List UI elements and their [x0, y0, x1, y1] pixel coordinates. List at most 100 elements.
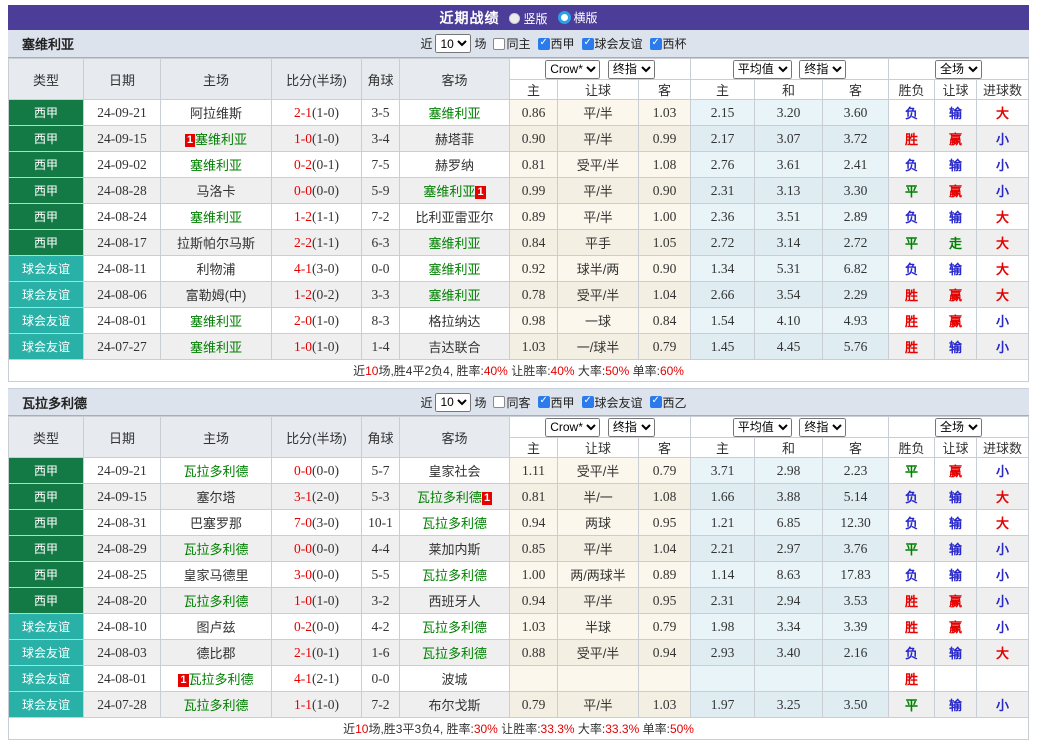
recent-count-select[interactable]: 10 — [435, 393, 471, 412]
result-goals: 小 — [977, 588, 1029, 614]
home-team-link[interactable]: 德比郡 — [196, 646, 235, 661]
full-score: 0-0 — [294, 463, 312, 478]
crow-final-odds-select[interactable]: 终指 — [608, 60, 655, 79]
home-team-link[interactable]: 富勒姆(中) — [186, 288, 247, 303]
fulltime-select[interactable]: 全场 — [935, 60, 982, 79]
away-team-cell: 赫罗纳 — [400, 152, 510, 178]
league-checkbox-西杯[interactable] — [650, 38, 662, 50]
result-handicap: 输 — [935, 484, 977, 510]
away-team-link[interactable]: 瓦拉多利德 — [422, 620, 487, 635]
away-team-link[interactable]: 赫罗纳 — [435, 158, 474, 173]
home-team-link[interactable]: 利物浦 — [196, 262, 235, 277]
half-score: (0-0) — [312, 463, 339, 478]
col-header-home: 主场 — [161, 417, 272, 458]
score-cell: 2-1(0-1) — [272, 640, 362, 666]
same-venue-checkbox[interactable] — [493, 38, 505, 50]
team-name: 瓦拉多利德 — [22, 393, 87, 412]
home-team-link[interactable]: 瓦拉多利德 — [183, 542, 248, 557]
home-team-link[interactable]: 巴塞罗那 — [190, 516, 242, 531]
home-team-link[interactable]: 瓦拉多利德 — [183, 698, 248, 713]
bookmaker-select[interactable]: Crow* — [545, 418, 600, 437]
result-handicap: 输 — [935, 100, 977, 126]
away-team-link[interactable]: 塞维利亚 — [428, 106, 480, 121]
avg-home-odds: 2.66 — [691, 282, 755, 308]
home-team-link[interactable]: 塞尔塔 — [196, 490, 235, 505]
away-team-link[interactable]: 塞维利亚 — [428, 288, 480, 303]
away-team-link[interactable]: 塞维利亚 — [428, 262, 480, 277]
avg-home-odds: 1.21 — [691, 510, 755, 536]
league-checkbox-西乙[interactable] — [650, 396, 662, 408]
date-cell: 24-08-29 — [84, 536, 161, 562]
half-score: (1-0) — [312, 697, 339, 712]
away-team-link[interactable]: 吉达联合 — [428, 340, 480, 355]
away-team-link[interactable]: 布尔戈斯 — [428, 698, 480, 713]
match-row: 西甲24-08-20瓦拉多利德1-0(1-0)3-2西班牙人0.94平/半0.9… — [9, 588, 1029, 614]
home-team-link[interactable]: 塞维利亚 — [190, 340, 242, 355]
league-checkbox-西甲[interactable] — [538, 396, 550, 408]
full-score: 3-1 — [294, 489, 312, 504]
away-team-link[interactable]: 瓦拉多利德 — [422, 568, 487, 583]
home-team-link[interactable]: 皇家马德里 — [183, 568, 248, 583]
crow-home-odds: 0.99 — [510, 178, 558, 204]
avg-final-odds-select[interactable]: 终指 — [799, 418, 846, 437]
col-header-crow-home: 主 — [510, 438, 558, 458]
avg-final-odds-select[interactable]: 终指 — [799, 60, 846, 79]
result-handicap: 输 — [935, 510, 977, 536]
corner-cell: 8-3 — [362, 308, 400, 334]
crow-away-odds: 1.03 — [639, 100, 691, 126]
result-outcome: 平 — [889, 230, 935, 256]
home-team-link[interactable]: 瓦拉多利德 — [183, 464, 248, 479]
home-team-link[interactable]: 塞维利亚 — [190, 158, 242, 173]
away-team-link[interactable]: 波城 — [441, 672, 467, 687]
home-team-link[interactable]: 瓦拉多利德 — [183, 594, 248, 609]
away-team-link[interactable]: 赫塔菲 — [435, 132, 474, 147]
league-checkbox-西甲[interactable] — [538, 38, 550, 50]
half-score: (0-0) — [312, 541, 339, 556]
team-name: 塞维利亚 — [22, 34, 74, 53]
score-cell: 0-0(0-0) — [272, 458, 362, 484]
home-team-cell: 巴塞罗那 — [161, 510, 272, 536]
crow-home-odds: 0.89 — [510, 204, 558, 230]
full-score: 1-1 — [294, 697, 312, 712]
avg-away-odds: 3.60 — [823, 100, 889, 126]
result-goals: 大 — [977, 282, 1029, 308]
layout-radio-vertical[interactable]: 竖版 — [509, 10, 547, 27]
summary-text: 让胜率: — [498, 722, 541, 736]
corner-cell: 3-3 — [362, 282, 400, 308]
fulltime-select[interactable]: 全场 — [935, 418, 982, 437]
home-team-link[interactable]: 瓦拉多利德 — [189, 672, 254, 687]
away-team-link[interactable]: 瓦拉多利德 — [417, 490, 482, 505]
home-team-link[interactable]: 塞维利亚 — [195, 132, 247, 147]
home-team-link[interactable]: 拉斯帕尔马斯 — [177, 236, 255, 251]
avg-away-odds: 3.72 — [823, 126, 889, 152]
recent-count-select[interactable]: 10 — [435, 34, 471, 53]
crow-away-odds: 0.94 — [639, 640, 691, 666]
avg-home-odds: 1.45 — [691, 334, 755, 360]
away-team-link[interactable]: 塞维利亚 — [423, 184, 475, 199]
away-team-link[interactable]: 塞维利亚 — [428, 236, 480, 251]
crow-home-odds: 1.00 — [510, 562, 558, 588]
home-team-link[interactable]: 图卢兹 — [196, 620, 235, 635]
home-team-link[interactable]: 塞维利亚 — [190, 210, 242, 225]
average-select[interactable]: 平均值 — [733, 60, 792, 79]
average-select[interactable]: 平均值 — [733, 418, 792, 437]
same-venue-checkbox[interactable] — [493, 396, 505, 408]
away-team-link[interactable]: 西班牙人 — [428, 594, 480, 609]
away-team-link[interactable]: 格拉纳达 — [428, 314, 480, 329]
home-team-link[interactable]: 马洛卡 — [196, 184, 235, 199]
half-score: (3-0) — [312, 515, 339, 530]
away-team-link[interactable]: 比利亚雷亚尔 — [415, 210, 493, 225]
crow-handicap: 一球 — [558, 308, 639, 334]
bookmaker-select[interactable]: Crow* — [545, 60, 600, 79]
crow-final-odds-select[interactable]: 终指 — [608, 418, 655, 437]
away-team-link[interactable]: 皇家社会 — [428, 464, 480, 479]
away-team-link[interactable]: 莱加内斯 — [428, 542, 480, 557]
league-checkbox-球会友谊[interactable] — [582, 38, 594, 50]
away-team-link[interactable]: 瓦拉多利德 — [422, 516, 487, 531]
home-team-link[interactable]: 塞维利亚 — [190, 314, 242, 329]
home-team-link[interactable]: 阿拉维斯 — [190, 106, 242, 121]
away-team-link[interactable]: 瓦拉多利德 — [422, 646, 487, 661]
league-checkbox-球会友谊[interactable] — [582, 396, 594, 408]
full-score: 4-1 — [294, 261, 312, 276]
layout-radio-horizontal[interactable]: 横版 — [558, 9, 598, 26]
